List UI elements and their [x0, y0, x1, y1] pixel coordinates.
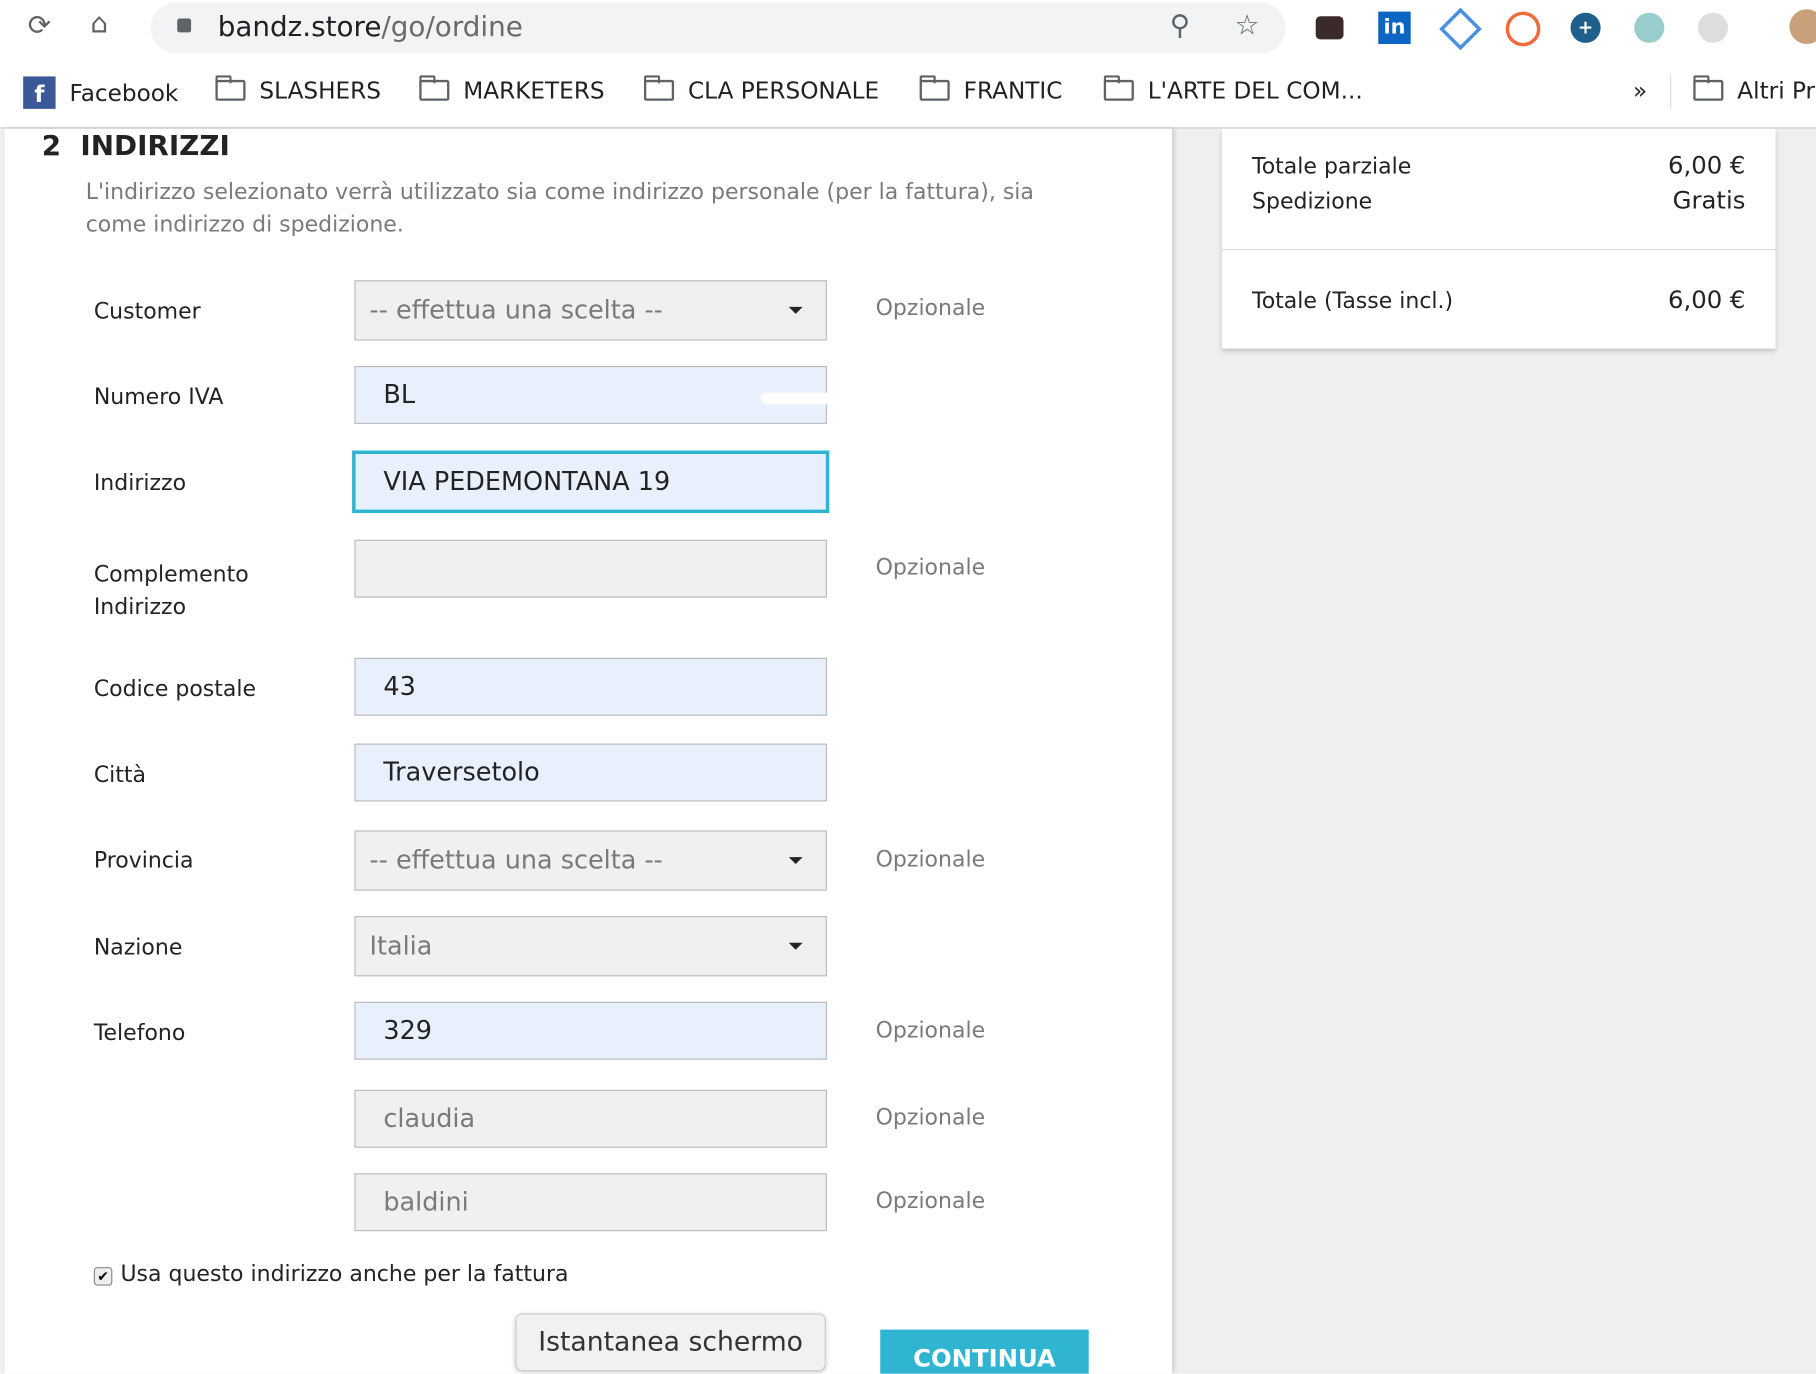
- bookmark-folder[interactable]: L'ARTE DEL COM...: [1103, 75, 1363, 104]
- folder-icon: [215, 75, 246, 101]
- facebook-icon: f: [23, 76, 56, 109]
- bookmark-folder[interactable]: MARKETERS: [419, 75, 605, 104]
- optional-label: Opzionale: [875, 1018, 986, 1044]
- vat-label: Numero IVA: [93, 384, 224, 411]
- divider: [1221, 249, 1776, 251]
- chevron-down-icon: [788, 942, 803, 950]
- reload-icon[interactable]: ⟳: [28, 9, 51, 41]
- shipping-label: Spedizione: [1252, 188, 1373, 215]
- extension-bird-icon[interactable]: [1634, 12, 1665, 43]
- address-input[interactable]: VIA PEDEMONTANA 19: [352, 450, 830, 514]
- redaction: [760, 392, 1120, 405]
- state-select[interactable]: -- effettua una scelta --: [354, 830, 827, 891]
- state-label: Provincia: [93, 847, 194, 874]
- city-label: Città: [93, 762, 147, 788]
- customer-label: Customer: [93, 298, 201, 325]
- bookmark-other[interactable]: Altri Pr: [1693, 75, 1815, 104]
- divider: [1670, 74, 1672, 109]
- section-description: L'indirizzo selezionato verrà utilizzato…: [85, 179, 1034, 238]
- step-title[interactable]: 2 INDIRIZZI: [42, 130, 230, 162]
- bookmark-folder[interactable]: FRANTIC: [919, 75, 1062, 104]
- optional-label: Opzionale: [875, 1188, 986, 1214]
- folder-icon: [419, 75, 450, 101]
- vat-input[interactable]: BL: [354, 365, 1120, 424]
- optional-label: Opzionale: [875, 554, 986, 581]
- postcode-input[interactable]: 43: [354, 657, 827, 716]
- extension-mask-icon[interactable]: [1315, 16, 1344, 40]
- use-for-invoice-label[interactable]: Usa questo indirizzo anche per la fattur…: [120, 1261, 568, 1286]
- star-icon[interactable]: ☆: [1235, 9, 1260, 41]
- address-label: Indirizzo: [93, 470, 187, 496]
- tooltip: Istantanea schermo: [515, 1313, 826, 1372]
- postcode-label: Codice postale: [93, 676, 257, 702]
- folder-icon: [1103, 75, 1134, 101]
- phone-label: Telefono: [93, 1020, 186, 1046]
- phone-input[interactable]: 329: [354, 1001, 827, 1060]
- optional-label: Opzionale: [875, 295, 986, 321]
- total-label: Totale (Tasse incl.): [1252, 288, 1454, 314]
- profile-avatar[interactable]: [1789, 9, 1816, 45]
- customer-select[interactable]: -- effettua una scelta --: [354, 280, 827, 341]
- bookmarks-overflow[interactable]: »: [1633, 76, 1647, 104]
- extension-plus-icon[interactable]: +: [1570, 12, 1601, 43]
- home-icon[interactable]: ⌂: [90, 7, 108, 39]
- city-input[interactable]: Traversetolo: [354, 743, 827, 802]
- bookmark-folder[interactable]: SLASHERS: [215, 75, 381, 104]
- subtotal-value: 6,00 €: [1668, 151, 1746, 180]
- optional-label: Opzionale: [875, 1104, 986, 1131]
- chevron-down-icon: [788, 306, 803, 314]
- subtotal-label: Totale parziale: [1252, 154, 1412, 180]
- country-select[interactable]: Italia: [354, 916, 827, 977]
- url-text[interactable]: bandz.store/go/ordine: [218, 10, 523, 42]
- firstname-input[interactable]: claudia: [354, 1089, 827, 1148]
- extension-grey-icon[interactable]: [1697, 12, 1729, 43]
- lock-icon[interactable]: [177, 18, 192, 33]
- folder-icon: [1693, 75, 1724, 101]
- country-label: Nazione: [93, 934, 183, 961]
- bookmark-facebook[interactable]: f Facebook: [23, 76, 178, 109]
- bookmark-folder[interactable]: CLA PERSONALE: [643, 75, 879, 104]
- zoom-icon[interactable]: ⚲: [1170, 9, 1190, 41]
- extension-b-icon[interactable]: [1505, 11, 1541, 47]
- use-for-invoice-checkbox[interactable]: ✔: [93, 1267, 113, 1286]
- address2-label: Complemento Indirizzo: [93, 561, 249, 620]
- folder-icon: [919, 75, 950, 101]
- chevron-down-icon: [788, 857, 803, 865]
- optional-label: Opzionale: [875, 846, 986, 873]
- continue-button[interactable]: CONTINUA: [880, 1329, 1089, 1374]
- linkedin-icon[interactable]: in: [1378, 11, 1411, 45]
- address2-input[interactable]: [354, 539, 827, 598]
- total-value: 6,00 €: [1668, 286, 1746, 314]
- lastname-input[interactable]: baldini: [354, 1173, 827, 1232]
- shipping-value: Gratis: [1672, 186, 1746, 215]
- folder-icon: [643, 75, 675, 101]
